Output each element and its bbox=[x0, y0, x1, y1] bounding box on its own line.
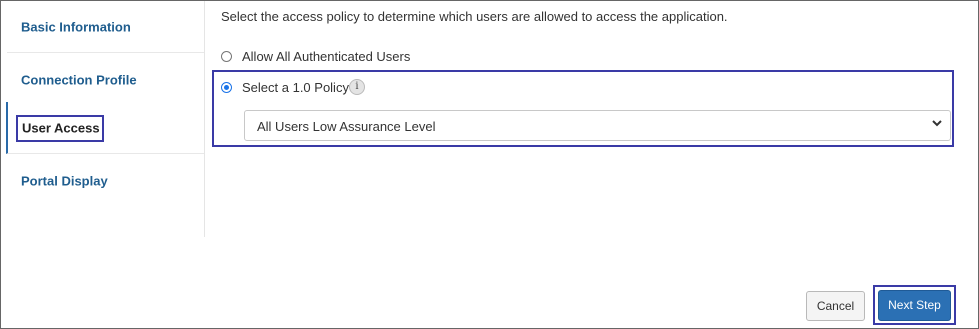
option-label: Select a 1.0 Policy bbox=[242, 80, 349, 95]
cancel-button[interactable]: Cancel bbox=[806, 291, 865, 321]
info-icon[interactable]: i bbox=[349, 79, 365, 95]
policy-select[interactable]: All Users Low Assurance Level bbox=[244, 110, 951, 141]
policy-select-value: All Users Low Assurance Level bbox=[257, 119, 436, 134]
sidebar-item-label: User Access bbox=[22, 120, 100, 135]
sidebar-item-portal-display[interactable]: Portal Display bbox=[7, 155, 204, 207]
wizard-sidebar: Basic Information Connection Profile Use… bbox=[6, 1, 205, 237]
instructions-text: Select the access policy to determine wh… bbox=[221, 9, 728, 24]
wizard-panel: Basic Information Connection Profile Use… bbox=[0, 0, 979, 329]
sidebar-item-user-access[interactable]: User Access bbox=[6, 102, 204, 154]
sidebar-item-label: Portal Display bbox=[21, 173, 108, 189]
sidebar-item-basic-information[interactable]: Basic Information bbox=[7, 1, 204, 53]
radio-select-policy[interactable] bbox=[221, 82, 232, 93]
sidebar-item-connection-profile[interactable]: Connection Profile bbox=[7, 54, 204, 106]
option-label: Allow All Authenticated Users bbox=[242, 49, 411, 64]
policy-option-highlight: Select a 1.0 Policy i All Users Low Assu… bbox=[212, 70, 954, 147]
radio-allow-all-authenticated[interactable] bbox=[221, 51, 232, 62]
next-step-button[interactable]: Next Step bbox=[878, 290, 951, 321]
sidebar-item-label: Basic Information bbox=[21, 19, 131, 34]
sidebar-item-label: Connection Profile bbox=[21, 72, 137, 87]
chevron-down-icon bbox=[932, 120, 942, 127]
